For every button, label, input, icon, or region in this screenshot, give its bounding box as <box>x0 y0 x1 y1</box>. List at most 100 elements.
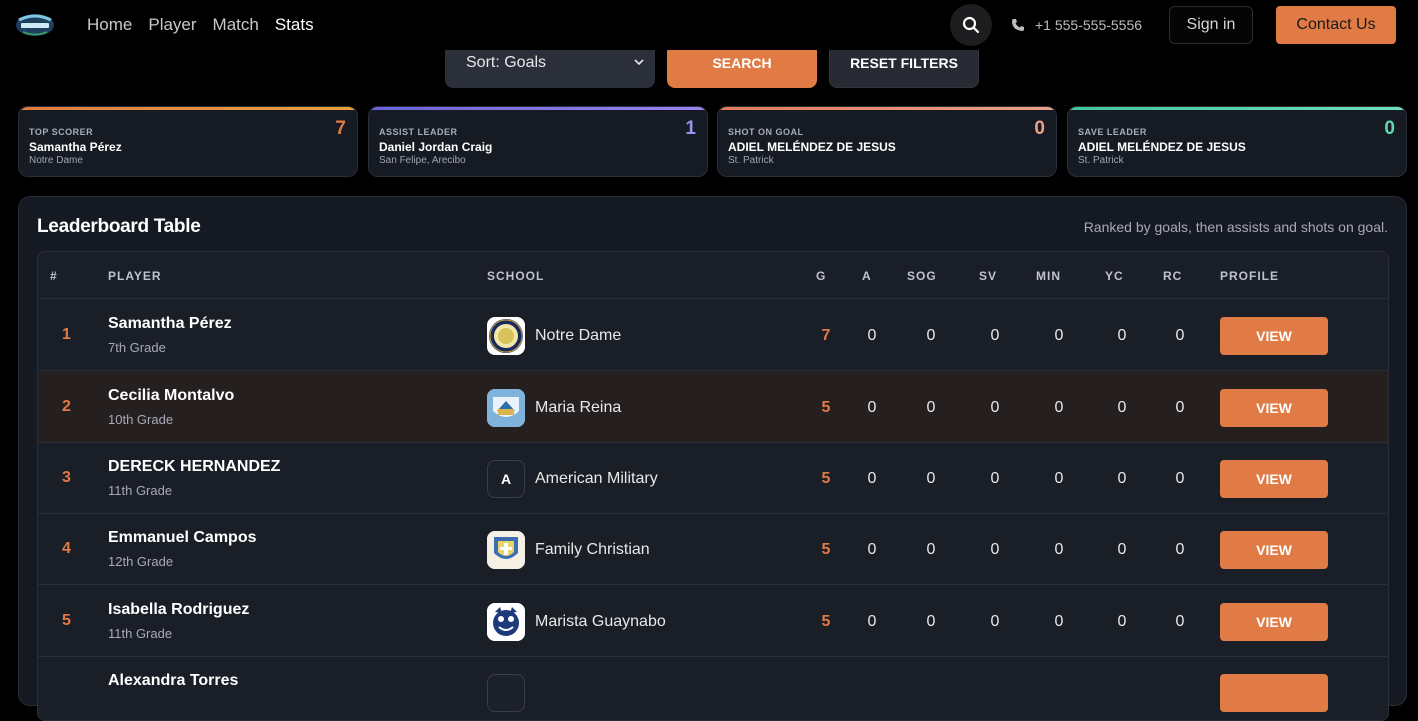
row-goals: 7 <box>821 327 831 344</box>
row-player-name[interactable]: Isabella Rodriguez <box>108 601 249 619</box>
panel-title: Leaderboard Table <box>37 216 201 237</box>
view-profile-button[interactable]: VIEW <box>1220 317 1328 355</box>
row-player-grade: 7th Grade <box>108 340 166 355</box>
leader-card-assist-leader: ASSIST LEADER Daniel Jordan Craig San Fe… <box>368 106 708 177</box>
view-profile-button[interactable]: VIEW <box>1220 460 1328 498</box>
row-rank: 1 <box>62 326 71 343</box>
row-saves: 0 <box>990 399 1000 416</box>
table-row: 3 DERECK HERNANDEZ 11th Grade A American… <box>38 443 1388 514</box>
row-goals: 5 <box>821 470 831 487</box>
card-player-name: ADIEL MELÉNDEZ DE JESUS <box>728 140 896 154</box>
card-school: St. Patrick <box>1078 155 1124 166</box>
row-player-name[interactable]: Cecilia Montalvo <box>108 387 234 405</box>
nav-stats[interactable]: Stats <box>275 15 314 35</box>
table-header: # PLAYER SCHOOL G A SOG SV MIN YC RC PRO… <box>38 252 1388 299</box>
card-accent-bar <box>718 107 1056 110</box>
view-profile-button[interactable]: VIEW <box>1220 531 1328 569</box>
table-row: 5 Isabella Rodriguez 11th Grade Marista … <box>38 586 1388 657</box>
row-player-grade: 11th Grade <box>108 483 173 498</box>
school-initial-badge: A <box>487 460 525 498</box>
card-accent-bar <box>369 107 707 110</box>
row-yellow-cards: 0 <box>1117 399 1127 416</box>
nav-match[interactable]: Match <box>213 15 259 35</box>
view-profile-button[interactable]: VIEW <box>1220 389 1328 427</box>
school-initial-badge <box>487 674 525 712</box>
row-player-grade: 12th Grade <box>108 554 174 569</box>
row-rank: 5 <box>62 612 71 629</box>
row-player-name[interactable]: Emmanuel Campos <box>108 529 256 547</box>
row-yellow-cards: 0 <box>1117 470 1127 487</box>
row-saves: 0 <box>990 470 1000 487</box>
panel-note: Ranked by goals, then assists and shots … <box>1083 219 1388 235</box>
view-profile-button[interactable] <box>1220 674 1328 712</box>
card-label: TOP SCORER <box>29 127 94 137</box>
col-profile: PROFILE <box>1220 269 1280 283</box>
row-rank: 4 <box>62 540 71 557</box>
school-crest <box>487 603 525 641</box>
card-value: 0 <box>1384 118 1395 139</box>
row-minutes: 0 <box>1054 399 1064 416</box>
table-row: 4 Emmanuel Campos 12th Grade Family Chri… <box>38 514 1388 585</box>
row-goals: 5 <box>821 399 831 416</box>
row-red-cards: 0 <box>1175 470 1185 487</box>
row-rank: 2 <box>62 398 71 415</box>
chevron-down-icon <box>634 59 644 66</box>
card-school: Notre Dame <box>29 155 83 166</box>
card-label: ASSIST LEADER <box>379 127 458 137</box>
row-yellow-cards: 0 <box>1117 541 1127 558</box>
col-assists: A <box>862 269 872 283</box>
col-saves: SV <box>979 269 998 283</box>
card-accent-bar <box>1068 107 1406 110</box>
search-button[interactable] <box>950 4 992 46</box>
row-school-name: Marista Guaynabo <box>535 613 666 630</box>
row-player-name[interactable]: DERECK HERNANDEZ <box>108 458 280 476</box>
row-sog: 0 <box>926 470 936 487</box>
nav-player[interactable]: Player <box>148 15 196 35</box>
leader-card-top-scorer: TOP SCORER Samantha Pérez Notre Dame 7 <box>18 106 358 177</box>
search-icon <box>962 16 980 34</box>
site-logo[interactable] <box>15 10 55 40</box>
contact-us-button[interactable]: Contact Us <box>1276 6 1396 44</box>
nav-links: Home Player Match Stats <box>87 0 314 50</box>
col-goals: G <box>816 269 827 283</box>
leaderboard-table: # PLAYER SCHOOL G A SOG SV MIN YC RC PRO… <box>37 251 1389 721</box>
card-value: 0 <box>1034 118 1045 139</box>
row-minutes: 0 <box>1054 613 1064 630</box>
card-school: San Felipe, Arecibo <box>379 155 466 166</box>
nav-home[interactable]: Home <box>87 15 132 35</box>
col-school: SCHOOL <box>487 269 545 283</box>
row-saves: 0 <box>990 541 1000 558</box>
col-minutes: MIN <box>1036 269 1061 283</box>
row-school-name: Maria Reina <box>535 399 622 416</box>
row-red-cards: 0 <box>1175 613 1185 630</box>
col-yellow-cards: YC <box>1105 269 1124 283</box>
phone-contact[interactable]: +1 555-555-5556 <box>1011 0 1142 50</box>
table-row: 1 Samantha Pérez 7th Grade Notre Dame 7 … <box>38 300 1388 371</box>
row-player-name[interactable]: Alexandra Torres <box>108 672 238 690</box>
row-school-name: Family Christian <box>535 541 650 558</box>
table-row: Alexandra Torres <box>38 657 1388 720</box>
row-saves: 0 <box>990 327 1000 344</box>
col-rank: # <box>50 269 58 283</box>
row-red-cards: 0 <box>1175 327 1185 344</box>
row-rank: 3 <box>62 469 71 486</box>
row-red-cards: 0 <box>1175 399 1185 416</box>
row-player-name[interactable]: Samantha Pérez <box>108 315 232 333</box>
row-saves: 0 <box>990 613 1000 630</box>
row-minutes: 0 <box>1054 470 1064 487</box>
row-school-name: American Military <box>535 470 658 487</box>
view-profile-button[interactable]: VIEW <box>1220 603 1328 641</box>
leader-card-save-leader: SAVE LEADER ADIEL MELÉNDEZ DE JESUS St. … <box>1067 106 1407 177</box>
school-crest <box>487 389 525 427</box>
sign-in-button[interactable]: Sign in <box>1169 6 1253 44</box>
col-red-cards: RC <box>1163 269 1183 283</box>
row-yellow-cards: 0 <box>1117 327 1127 344</box>
row-assists: 0 <box>867 470 877 487</box>
row-school-name: Notre Dame <box>535 327 622 344</box>
phone-icon <box>1012 19 1024 31</box>
card-player-name: Daniel Jordan Craig <box>379 140 493 154</box>
row-goals: 5 <box>821 613 831 630</box>
row-minutes: 0 <box>1054 541 1064 558</box>
card-accent-bar <box>19 107 357 110</box>
card-player-name: Samantha Pérez <box>29 140 122 154</box>
